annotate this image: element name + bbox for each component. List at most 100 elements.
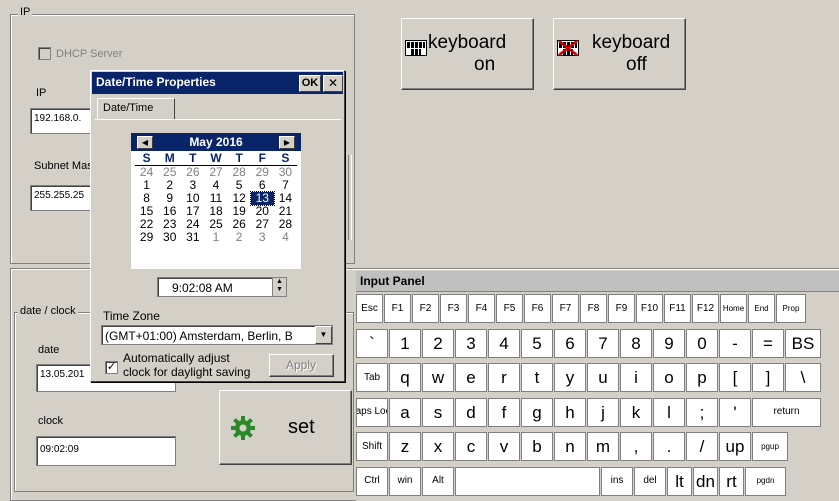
key-c[interactable]: c — [455, 432, 487, 461]
tab-date-time[interactable]: Date/Time — [97, 98, 175, 120]
key--[interactable]: . — [653, 432, 685, 461]
key-w[interactable]: w — [422, 363, 454, 392]
key-dn[interactable]: dn — [693, 466, 718, 496]
set-button[interactable]: set — [219, 390, 352, 465]
key-e[interactable]: e — [455, 363, 487, 392]
key-g[interactable]: g — [521, 397, 553, 427]
key--[interactable]: ' — [719, 397, 751, 427]
key--[interactable]: \ — [785, 363, 821, 392]
key-2[interactable]: 2 — [422, 328, 454, 358]
key-b[interactable]: b — [521, 432, 553, 461]
calendar-day[interactable]: 31 — [181, 231, 204, 244]
calendar-day[interactable]: 29 — [251, 166, 274, 180]
ok-button[interactable]: OK — [299, 75, 321, 92]
dst-checkbox[interactable]: ✓ — [105, 361, 118, 374]
key-f9[interactable]: F9 — [608, 294, 635, 323]
key-q[interactable]: q — [389, 363, 421, 392]
dhcp-checkbox[interactable] — [38, 47, 51, 60]
key-f10[interactable]: F10 — [636, 294, 663, 323]
calendar-day[interactable]: 24 — [135, 166, 158, 180]
calendar-day[interactable]: 29 — [135, 231, 158, 244]
key-f12[interactable]: F12 — [692, 294, 719, 323]
key-f3[interactable]: F3 — [440, 294, 467, 323]
key-rt[interactable]: rt — [719, 466, 744, 496]
key-up[interactable]: up — [719, 432, 751, 461]
key-u[interactable]: u — [587, 363, 619, 392]
key-z[interactable]: z — [389, 432, 421, 461]
key-f6[interactable]: F6 — [524, 294, 551, 323]
key-y[interactable]: y — [554, 363, 586, 392]
key--[interactable]: [ — [719, 363, 751, 392]
key-i[interactable]: i — [620, 363, 652, 392]
key-l[interactable]: l — [653, 397, 685, 427]
key-v[interactable]: v — [488, 432, 520, 461]
calendar-day[interactable]: 3 — [251, 231, 274, 244]
key-a[interactable]: a — [389, 397, 421, 427]
calendar-day[interactable]: 1 — [204, 231, 227, 244]
key-end[interactable]: End — [748, 294, 775, 323]
key-space[interactable] — [455, 466, 600, 496]
key-o[interactable]: o — [653, 363, 685, 392]
key-esc[interactable]: Esc — [356, 294, 383, 323]
key-h[interactable]: h — [554, 397, 586, 427]
key-8[interactable]: 8 — [620, 328, 652, 358]
key-del[interactable]: del — [634, 466, 666, 496]
key-f2[interactable]: F2 — [412, 294, 439, 323]
calendar-day[interactable]: 26 — [181, 166, 204, 180]
key-f[interactable]: f — [488, 397, 520, 427]
keyboard-on-button[interactable]: keyboard on — [401, 18, 534, 90]
key--[interactable]: , — [620, 432, 652, 461]
timezone-select[interactable]: (GMT+01:00) Amsterdam, Berlin, B ▼ — [101, 325, 333, 345]
key-t[interactable]: t — [521, 363, 553, 392]
apply-button[interactable]: Apply — [269, 354, 334, 377]
calendar-day[interactable]: 4 — [274, 231, 297, 244]
calendar-day[interactable]: 25 — [158, 166, 181, 180]
key-1[interactable]: 1 — [389, 328, 421, 358]
calendar-day[interactable]: 28 — [228, 166, 251, 180]
clock-field[interactable]: 09:02:09 — [36, 436, 176, 466]
key--[interactable]: - — [719, 328, 751, 358]
calendar[interactable]: ◀ May 2016 ▶ SMTWTFS 24 25 26 27 28 29 30 1 2 3 4 5… — [131, 133, 301, 269]
key--[interactable]: = — [752, 328, 784, 358]
chevron-down-icon[interactable]: ▼ — [315, 326, 332, 344]
key-4[interactable]: 4 — [488, 328, 520, 358]
key-m[interactable]: m — [587, 432, 619, 461]
key-pgdn[interactable]: pgdn — [745, 466, 786, 496]
key-f7[interactable]: F7 — [552, 294, 579, 323]
key-5[interactable]: 5 — [521, 328, 553, 358]
key--[interactable]: / — [686, 432, 718, 461]
key-tab[interactable]: Tab — [356, 363, 388, 392]
key-shift[interactable]: Shift — [356, 432, 388, 461]
key-lt[interactable]: lt — [667, 466, 692, 496]
key-f11[interactable]: F11 — [664, 294, 691, 323]
time-field[interactable]: 9:02:08 AM ▲ ▼ — [157, 277, 287, 297]
key-f4[interactable]: F4 — [468, 294, 495, 323]
key-x[interactable]: x — [422, 432, 454, 461]
key-d[interactable]: d — [455, 397, 487, 427]
key--[interactable]: ` — [356, 328, 388, 358]
calendar-next-button[interactable]: ▶ — [279, 136, 295, 149]
key-pgup[interactable]: pgup — [752, 432, 788, 461]
key-return[interactable]: return — [752, 397, 821, 427]
key--[interactable]: ] — [752, 363, 784, 392]
key-alt[interactable]: Alt — [422, 466, 454, 496]
key-win[interactable]: win — [389, 466, 421, 496]
key-k[interactable]: k — [620, 397, 652, 427]
key-p[interactable]: p — [686, 363, 718, 392]
key-f8[interactable]: F8 — [580, 294, 607, 323]
calendar-day[interactable]: 30 — [274, 166, 297, 180]
key-n[interactable]: n — [554, 432, 586, 461]
key-7[interactable]: 7 — [587, 328, 619, 358]
key-home[interactable]: Home — [720, 294, 747, 323]
close-button[interactable]: ✕ — [323, 75, 343, 92]
key-f5[interactable]: F5 — [496, 294, 523, 323]
key-6[interactable]: 6 — [554, 328, 586, 358]
key-9[interactable]: 9 — [653, 328, 685, 358]
key-ctrl[interactable]: Ctrl — [356, 466, 388, 496]
key--[interactable]: ; — [686, 397, 718, 427]
key-j[interactable]: j — [587, 397, 619, 427]
key-ins[interactable]: ins — [601, 466, 633, 496]
calendar-day[interactable]: 2 — [228, 231, 251, 244]
key-caps-lock[interactable]: Caps Lock — [356, 397, 388, 427]
key-0[interactable]: 0 — [686, 328, 718, 358]
